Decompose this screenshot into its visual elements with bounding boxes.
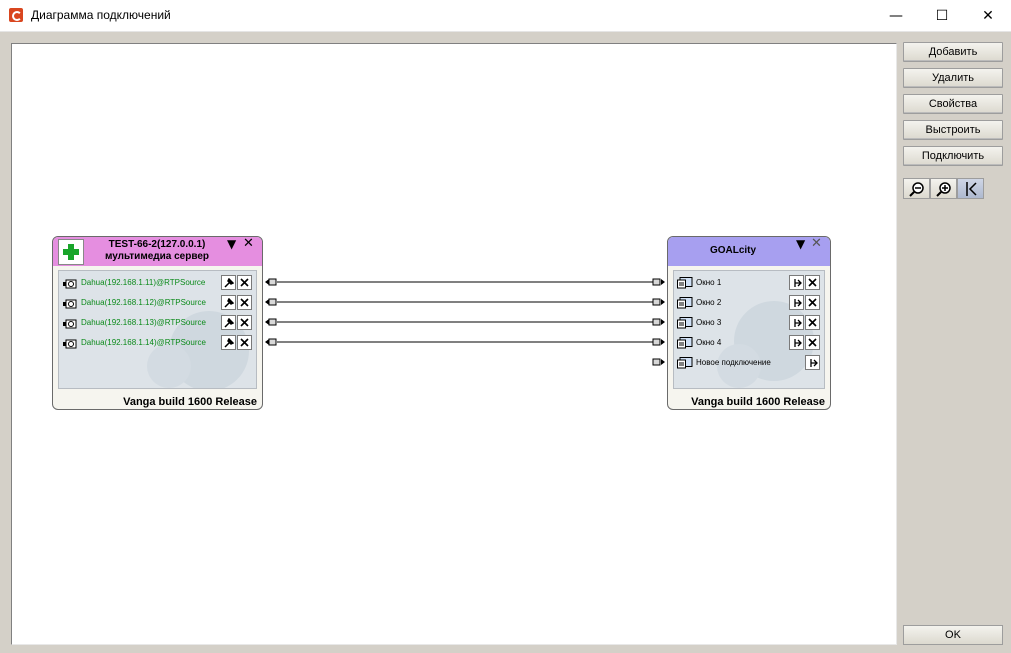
source-node[interactable]: TEST-66-2(127.0.0.1) мультимедиа сервер … [52, 236, 263, 410]
source-port-arrow-4 [265, 339, 269, 345]
target-node-header[interactable]: GOALcity ▼ ✕ [668, 237, 830, 266]
remove-window-icon[interactable] [805, 275, 820, 290]
settings-wrench-icon[interactable] [221, 295, 236, 310]
camera-icon [62, 315, 80, 329]
ok-button[interactable]: OK [903, 625, 1003, 645]
target-port-4[interactable] [652, 338, 661, 346]
window-label-4[interactable]: Окно 4 [696, 338, 721, 347]
source-port-arrow-1 [265, 279, 269, 285]
target-node[interactable]: GOALcity ▼ ✕ Окно 1 Окно 2 Окно 3 Окно 4… [667, 236, 831, 410]
monitor-icon [677, 335, 693, 349]
target-port-arrow-4 [661, 339, 665, 345]
source-node-header[interactable]: TEST-66-2(127.0.0.1) мультимедиа сервер … [53, 237, 262, 266]
target-port-1[interactable] [652, 278, 661, 286]
new-connection-label[interactable]: Новое подключение [696, 358, 771, 367]
target-port-5[interactable] [652, 358, 661, 366]
source-port-1[interactable] [268, 278, 277, 286]
settings-wrench-icon[interactable] [221, 275, 236, 290]
source-port-arrow-3 [265, 319, 269, 325]
remove-window-icon[interactable] [805, 315, 820, 330]
remove-stream-icon[interactable] [237, 335, 252, 350]
camera-icon [62, 335, 80, 349]
remove-window-icon[interactable] [805, 295, 820, 310]
source-stream-label-3[interactable]: Dahua(192.168.1.13)@RTPSource [81, 318, 206, 327]
remove-stream-icon[interactable] [237, 315, 252, 330]
target-port-3[interactable] [652, 318, 661, 326]
connect-input-icon[interactable] [789, 315, 804, 330]
source-stream-label-1[interactable]: Dahua(192.168.1.11)@RTPSource [81, 278, 205, 287]
remove-stream-icon[interactable] [237, 275, 252, 290]
window-label-3[interactable]: Окно 3 [696, 318, 721, 327]
window-label-1[interactable]: Окно 1 [696, 278, 721, 287]
connect-input-icon[interactable] [789, 335, 804, 350]
source-port-3[interactable] [268, 318, 277, 326]
monitor-icon [677, 315, 693, 329]
camera-icon [62, 275, 80, 289]
source-node-title: TEST-66-2(127.0.0.1) [108, 239, 206, 250]
target-port-arrow-2 [661, 299, 665, 305]
monitor-icon [677, 355, 693, 369]
source-node-subtitle: мультимедиа сервер [104, 251, 210, 262]
target-node-title: GOALcity [709, 245, 757, 256]
connect-input-icon[interactable] [789, 275, 804, 290]
source-port-arrow-2 [265, 299, 269, 305]
connect-input-icon[interactable] [805, 355, 820, 370]
camera-icon [62, 295, 80, 309]
settings-wrench-icon[interactable] [221, 315, 236, 330]
source-stream-label-4[interactable]: Dahua(192.168.1.14)@RTPSource [81, 338, 206, 347]
settings-wrench-icon[interactable] [221, 335, 236, 350]
target-node-footer: Vanga build 1600 Release [691, 396, 825, 408]
close-node-icon[interactable]: ✕ [811, 237, 822, 251]
target-port-arrow-3 [661, 319, 665, 325]
monitor-icon [677, 275, 693, 289]
dropdown-arrow-icon[interactable]: ▼ [227, 237, 236, 251]
remove-window-icon[interactable] [805, 335, 820, 350]
monitor-icon [677, 295, 693, 309]
window-label-2[interactable]: Окно 2 [696, 298, 721, 307]
target-port-2[interactable] [652, 298, 661, 306]
connect-input-icon[interactable] [789, 295, 804, 310]
source-port-4[interactable] [268, 338, 277, 346]
remove-stream-icon[interactable] [237, 295, 252, 310]
add-icon[interactable] [58, 239, 84, 265]
target-port-arrow-1 [661, 279, 665, 285]
source-stream-label-2[interactable]: Dahua(192.168.1.12)@RTPSource [81, 298, 206, 307]
source-port-2[interactable] [268, 298, 277, 306]
target-port-arrow-5 [661, 359, 665, 365]
source-node-footer: Vanga build 1600 Release [123, 396, 257, 408]
dropdown-arrow-icon[interactable]: ▼ [796, 237, 805, 251]
close-node-icon[interactable]: ✕ [243, 237, 254, 251]
